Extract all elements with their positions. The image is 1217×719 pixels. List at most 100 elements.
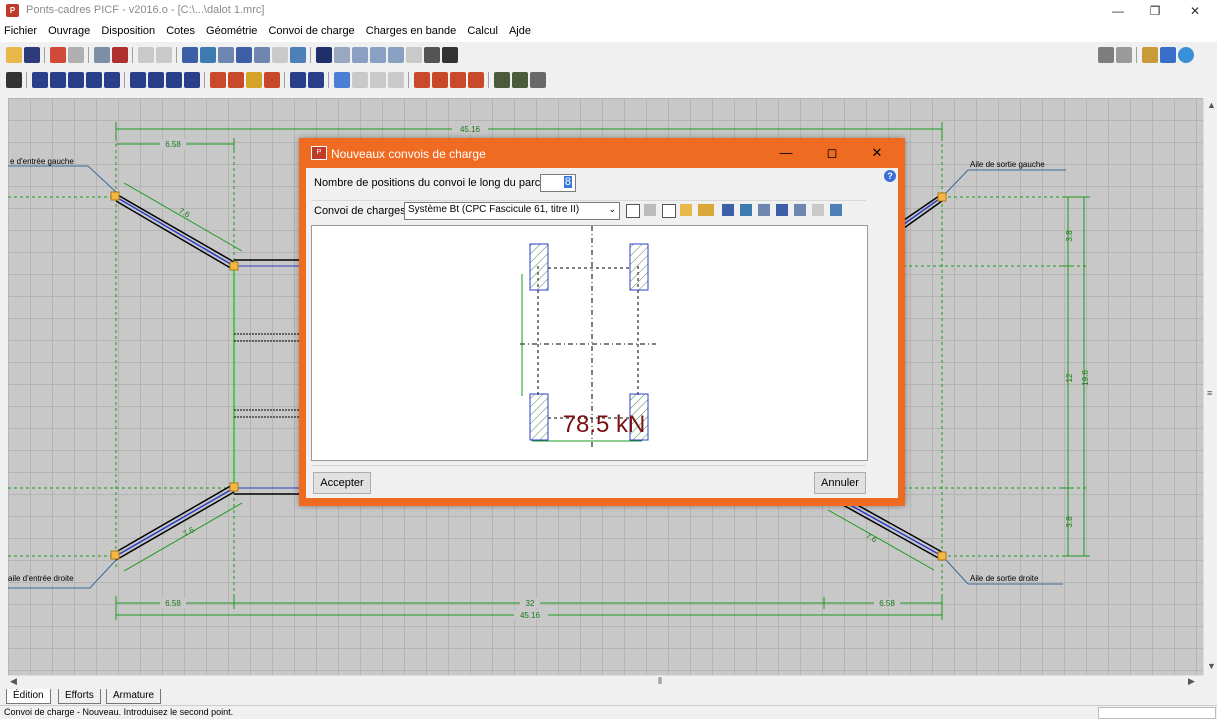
convoy-select[interactable]: Système Bt (CPC Fascicule 61, titre II) … xyxy=(404,202,620,220)
menu-charges-en-bande[interactable]: Charges en bande xyxy=(362,22,461,37)
grid-icon[interactable] xyxy=(334,47,350,63)
dialog-pan-icon[interactable] xyxy=(812,204,824,216)
convoy-3-icon[interactable] xyxy=(450,72,466,88)
print-icon[interactable] xyxy=(1098,47,1114,63)
tab-efforts[interactable]: Efforts xyxy=(58,689,101,704)
pencil-icon[interactable] xyxy=(530,72,546,88)
magnet-icon[interactable] xyxy=(112,47,128,63)
load-edit-icon[interactable] xyxy=(246,72,262,88)
scroll-down-icon[interactable]: ▼ xyxy=(1207,661,1216,671)
support-3-icon[interactable] xyxy=(68,72,84,88)
accept-button[interactable]: Accepter xyxy=(313,472,371,494)
ortho-icon[interactable] xyxy=(370,47,386,63)
web-icon[interactable] xyxy=(1178,47,1194,63)
paste-icon[interactable] xyxy=(68,47,84,63)
mesh-1-icon[interactable] xyxy=(334,72,350,88)
support-4-icon[interactable] xyxy=(86,72,102,88)
find-icon[interactable] xyxy=(442,47,458,63)
dialog-help-icon[interactable]: ? xyxy=(884,170,896,182)
snap-grid-icon[interactable] xyxy=(352,47,368,63)
open-folder-icon[interactable] xyxy=(680,204,692,216)
dialog-zoom-refresh-icon[interactable] xyxy=(776,204,788,216)
convoy-4-icon[interactable] xyxy=(468,72,484,88)
zoom-in-icon[interactable] xyxy=(200,47,216,63)
support-2-icon[interactable] xyxy=(50,72,66,88)
cancel-button[interactable]: Annuler xyxy=(814,472,866,494)
scroll-left-icon[interactable]: ◀ xyxy=(10,676,17,687)
cut-icon[interactable] xyxy=(50,47,66,63)
tab-edition[interactable]: Édition xyxy=(6,689,51,704)
mesh-3-icon[interactable] xyxy=(370,72,386,88)
redo-icon[interactable] xyxy=(156,47,172,63)
mesh-2-icon[interactable] xyxy=(352,72,368,88)
vertical-scrollbar[interactable]: ▲ ≡ ▼ xyxy=(1203,98,1217,675)
hscroll-thumb-icon[interactable]: ⦀ xyxy=(658,676,662,687)
add-icon[interactable] xyxy=(626,204,640,218)
load-delete-icon[interactable] xyxy=(264,72,280,88)
new-document-icon[interactable] xyxy=(662,204,676,218)
close-button[interactable]: ✕ xyxy=(1177,0,1213,22)
menu-fichier[interactable]: Fichier xyxy=(0,22,41,37)
convoy-1-icon[interactable] xyxy=(414,72,430,88)
layer-icon[interactable] xyxy=(406,47,422,63)
convoy-2-icon[interactable] xyxy=(432,72,448,88)
open-icon[interactable] xyxy=(6,47,22,63)
span-2-icon[interactable] xyxy=(148,72,164,88)
node-wall-top[interactable] xyxy=(229,261,239,271)
minimize-button[interactable]: — xyxy=(1100,0,1136,22)
restore-button[interactable]: ❐ xyxy=(1137,0,1173,22)
dialog-close-button[interactable]: ✕ xyxy=(857,138,897,168)
frame-icon[interactable] xyxy=(316,47,332,63)
help-icon[interactable] xyxy=(1160,47,1176,63)
dialog-maximize-button[interactable]: ◻ xyxy=(813,138,851,168)
library-icon[interactable] xyxy=(698,204,714,216)
edit-icon[interactable] xyxy=(644,204,656,216)
dialog-title-bar[interactable]: P Nouveaux convois de charge — ◻ ✕ xyxy=(299,138,905,168)
tools-icon[interactable] xyxy=(424,47,440,63)
undo-icon[interactable] xyxy=(138,47,154,63)
zoom-out-icon[interactable] xyxy=(218,47,234,63)
menu-cotes[interactable]: Cotes xyxy=(162,22,199,37)
zoom-window-icon[interactable] xyxy=(182,47,198,63)
menu-geometrie[interactable]: Géométrie xyxy=(202,22,261,37)
dialog-zoom-window-icon[interactable] xyxy=(722,204,734,216)
menu-convoi-de-charge[interactable]: Convoi de charge xyxy=(264,22,358,37)
dialog-zoom-previous-icon[interactable] xyxy=(794,204,806,216)
node-wall-bottom[interactable] xyxy=(229,482,239,492)
zoom-previous-icon[interactable] xyxy=(254,47,270,63)
load-move-icon[interactable] xyxy=(228,72,244,88)
span-3-icon[interactable] xyxy=(166,72,182,88)
scroll-right-icon[interactable]: ▶ xyxy=(1188,676,1195,687)
support-1-icon[interactable] xyxy=(32,72,48,88)
load-point-icon[interactable] xyxy=(210,72,226,88)
tab-armature[interactable]: Armature xyxy=(106,689,162,704)
pan-hand-icon[interactable] xyxy=(272,47,288,63)
menu-aide[interactable]: Ajde xyxy=(505,22,535,37)
mesh-4-icon[interactable] xyxy=(388,72,404,88)
wing-1-icon[interactable] xyxy=(290,72,306,88)
node-tr[interactable] xyxy=(937,192,947,202)
box-view-icon[interactable] xyxy=(6,72,22,88)
menu-disposition[interactable]: Disposition xyxy=(97,22,159,37)
dialog-minimize-button[interactable]: — xyxy=(767,138,805,168)
dialog-zoom-out-icon[interactable] xyxy=(758,204,770,216)
zoom-extents-icon[interactable] xyxy=(290,47,306,63)
positions-input[interactable]: 8 xyxy=(540,174,576,192)
scroll-up-icon[interactable]: ▲ xyxy=(1207,100,1216,110)
scroll-thumb-icon[interactable]: ≡ xyxy=(1207,388,1212,398)
node-tl[interactable] xyxy=(110,191,120,201)
dialog-zoom-in-icon[interactable] xyxy=(740,204,752,216)
save-icon[interactable] xyxy=(24,47,40,63)
horizontal-scrollbar[interactable]: ◀ ⦀ ▶ xyxy=(8,675,1203,690)
settings-icon[interactable] xyxy=(1142,47,1158,63)
menu-ouvrage[interactable]: Ouvrage xyxy=(44,22,94,37)
node-bl[interactable] xyxy=(110,550,120,560)
band-2-icon[interactable] xyxy=(512,72,528,88)
support-5-icon[interactable] xyxy=(104,72,120,88)
polar-icon[interactable] xyxy=(388,47,404,63)
print-setup-icon[interactable] xyxy=(1116,47,1132,63)
band-1-icon[interactable] xyxy=(494,72,510,88)
span-4-icon[interactable] xyxy=(184,72,200,88)
zoom-refresh-icon[interactable] xyxy=(236,47,252,63)
dialog-zoom-extents-icon[interactable] xyxy=(830,204,842,216)
